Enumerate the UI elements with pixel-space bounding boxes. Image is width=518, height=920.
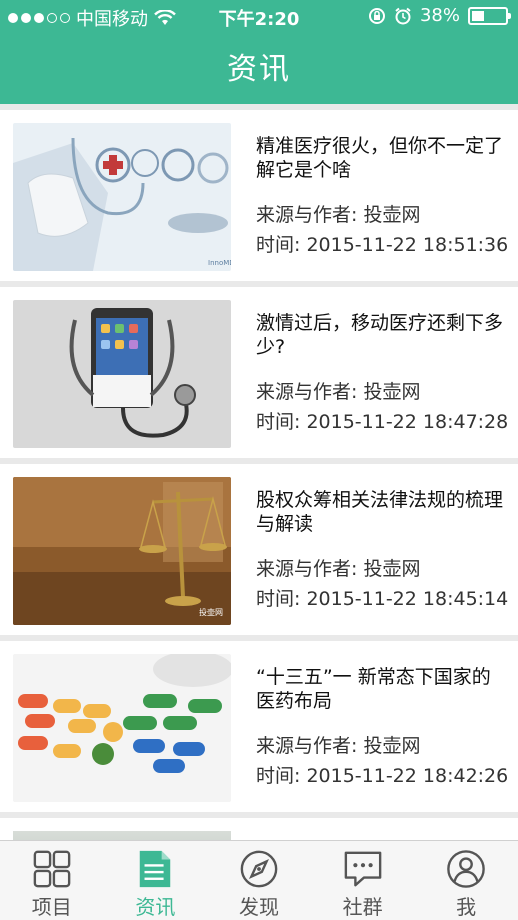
article-time: 时间: 2015-11-22 18:51:36 — [256, 234, 509, 256]
list-item[interactable]: InnoMD 精准医疗很火，但你不一定了解它是个啥 来源与作者: 投壶网 时间:… — [0, 110, 518, 281]
watermark-text: 投壶网 — [199, 607, 223, 617]
article-thumbnail — [13, 831, 231, 840]
article-thumbnail — [13, 300, 231, 448]
tab-label: 社群 — [342, 895, 383, 919]
article-time: 时间: 2015-11-22 18:42:26 — [256, 765, 509, 787]
tab-label: 我 — [456, 895, 477, 919]
article-time: 时间: 2015-11-22 18:47:28 — [256, 411, 509, 433]
article-thumbnail: 投壶网 — [13, 477, 231, 625]
page-title: 资讯 — [227, 52, 291, 87]
list-item[interactable]: “十三五”一 新常态下国家的医药布局 来源与作者: 投壶网 时间: 2015-1… — [0, 641, 518, 812]
tab-label: 项目 — [31, 895, 72, 919]
article-source: 来源与作者: 投壶网 — [256, 735, 421, 757]
article-source: 来源与作者: 投壶网 — [256, 204, 421, 226]
document-icon — [140, 850, 171, 888]
battery-icon — [468, 6, 511, 25]
article-source: 来源与作者: 投壶网 — [256, 558, 421, 580]
article-list[interactable]: InnoMD 精准医疗很火，但你不一定了解它是个啥 来源与作者: 投壶网 时间:… — [0, 104, 518, 840]
tab-discover[interactable]: 发现 — [207, 841, 311, 920]
article-title: “十三五”一 新常态下国家的医药布局 — [256, 666, 491, 712]
rotation-lock-icon — [368, 7, 385, 24]
article-title: 精准医疗很火，但你不一定了解它是个啥 — [256, 135, 504, 181]
svg-text:InnoMD: InnoMD — [208, 259, 231, 267]
chat-icon — [344, 851, 381, 887]
list-item[interactable] — [0, 818, 518, 840]
tab-me[interactable]: 我 — [414, 841, 518, 920]
alarm-icon — [395, 7, 411, 24]
article-title: 激情过后，移动医疗还剩下多少? — [256, 312, 504, 358]
tab-bar: 项目 资讯 发现 社群 我 — [0, 840, 518, 920]
article-title: 股权众筹相关法律法规的梳理与解读 — [256, 489, 504, 535]
article-time: 时间: 2015-11-22 18:45:14 — [256, 588, 509, 610]
tab-community[interactable]: 社群 — [311, 841, 415, 920]
list-item[interactable]: 投壶网 股权众筹相关法律法规的梳理与解读 来源与作者: 投壶网 时间: 2015… — [0, 464, 518, 635]
status-bar: 中国移动 下午2:20 38% — [0, 0, 518, 34]
tab-news[interactable]: 资讯 — [104, 841, 208, 920]
article-thumbnail — [13, 654, 231, 802]
tab-label: 资讯 — [135, 895, 176, 919]
list-item[interactable]: 激情过后，移动医疗还剩下多少? 来源与作者: 投壶网 时间: 2015-11-2… — [0, 287, 518, 458]
battery-percent: 38% — [419, 5, 460, 26]
grid-icon — [33, 850, 71, 888]
app-header: 中国移动 下午2:20 38% 资讯 — [0, 0, 518, 104]
article-source: 来源与作者: 投壶网 — [256, 381, 421, 403]
article-thumbnail: InnoMD — [13, 123, 231, 271]
user-icon — [447, 850, 485, 888]
compass-icon — [240, 850, 278, 888]
tab-label: 发现 — [238, 895, 279, 919]
tab-projects[interactable]: 项目 — [0, 841, 104, 920]
